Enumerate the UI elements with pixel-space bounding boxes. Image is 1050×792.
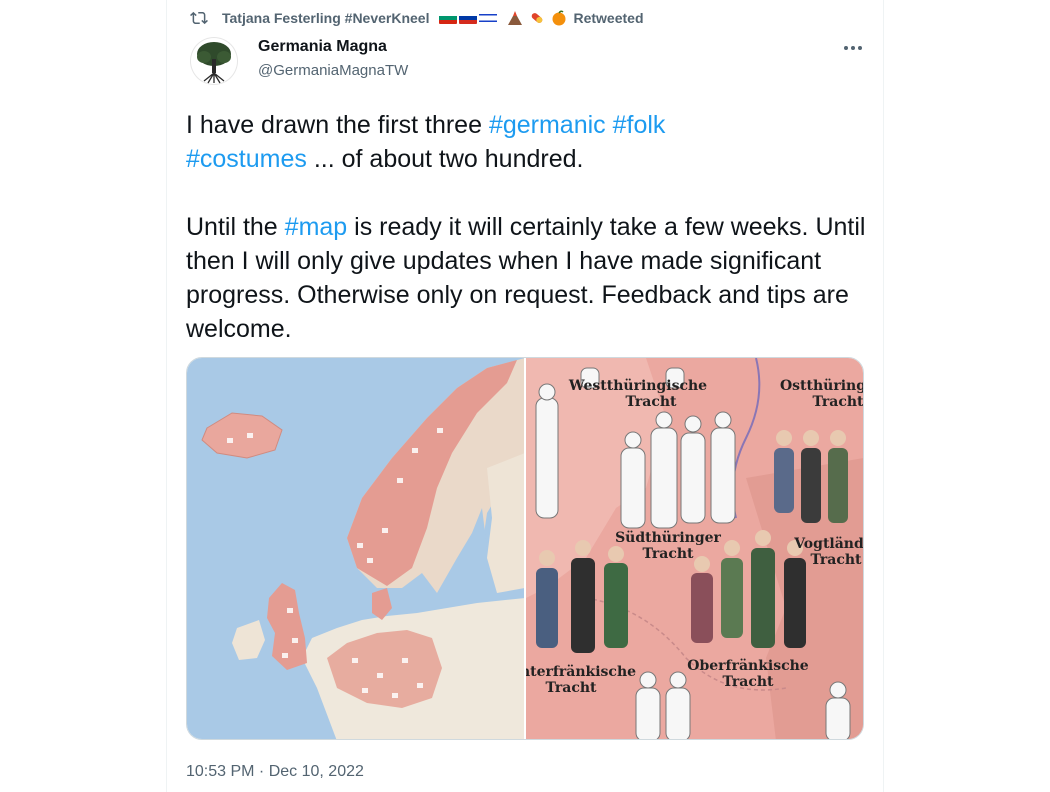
- label-westthueringische: Westthüringische: [568, 378, 707, 394]
- tweet-text-segment: Until the: [186, 213, 285, 241]
- label-suedthueringer-tracht: Tracht: [642, 546, 694, 562]
- tweet-media[interactable]: Westthüringische Tracht Ostthüring Trach…: [186, 357, 864, 740]
- tweet-timestamp[interactable]: 10:53 PM · Dec 10, 2022: [186, 763, 364, 781]
- orange-icon: [551, 10, 567, 26]
- more-dot-icon: [844, 46, 848, 50]
- label-unterfraenkische: nterfränkische: [526, 664, 636, 680]
- label-oberfraenkische: Oberfränkische: [687, 658, 809, 674]
- retweet-context[interactable]: Tatjana Festerling #NeverKneel Retweeted: [190, 8, 644, 28]
- tree-icon: [197, 42, 231, 84]
- author-avatar[interactable]: [190, 37, 238, 85]
- label-ostthueringische-tracht: Tracht: [812, 394, 863, 410]
- more-dot-icon: [858, 46, 862, 50]
- label-unterfraenkische-tracht: Tracht: [545, 680, 597, 696]
- tweet-text: I have drawn the first three #germanic #…: [186, 108, 866, 380]
- tweet-text-segment: ... of about two hundred.: [306, 145, 584, 173]
- bulgaria-flag-icon: [439, 12, 458, 24]
- label-westthueringische-tracht: Tracht: [625, 394, 677, 410]
- label-ostthueringische: Ostthüring: [780, 378, 863, 394]
- label-vogtlaend: Vogtländ: [793, 536, 863, 552]
- label-oberfraenkische-tracht: Tracht: [722, 674, 774, 690]
- author-handle[interactable]: @GermaniaMagnaTW: [258, 62, 408, 79]
- volcano-icon: [507, 10, 523, 26]
- costume-map-image[interactable]: Westthüringische Tracht Ostthüring Trach…: [526, 358, 863, 739]
- more-options-button[interactable]: [838, 36, 868, 60]
- hashtag-map[interactable]: #map: [285, 213, 348, 241]
- retweeted-label: Retweeted: [573, 10, 644, 26]
- hashtag-germanic[interactable]: #germanic: [489, 111, 606, 139]
- label-suedthueringer: Südthüringer: [615, 530, 721, 546]
- more-dot-icon: [851, 46, 855, 50]
- hashtag-folk[interactable]: #folk: [613, 111, 666, 139]
- retweet-icon: [190, 9, 208, 27]
- tweet-paragraph-1: I have drawn the first three #germanic #…: [186, 108, 866, 176]
- europe-map-image[interactable]: [187, 358, 524, 739]
- russia-flag-icon: [459, 12, 478, 24]
- retweeter-name[interactable]: Tatjana Festerling #NeverKneel: [222, 10, 429, 26]
- hashtag-costumes[interactable]: #costumes: [186, 145, 307, 173]
- author-name[interactable]: Germania Magna: [258, 38, 387, 56]
- israel-flag-icon: [479, 12, 498, 24]
- pill-icon: [529, 10, 545, 26]
- tweet-paragraph-2: Until the #map is ready it will certainl…: [186, 210, 866, 346]
- profile-emoji-flags: [439, 12, 498, 24]
- tweet-text-segment: I have drawn the first three: [186, 111, 489, 139]
- label-vogtlaend-tracht: Tracht: [810, 552, 862, 568]
